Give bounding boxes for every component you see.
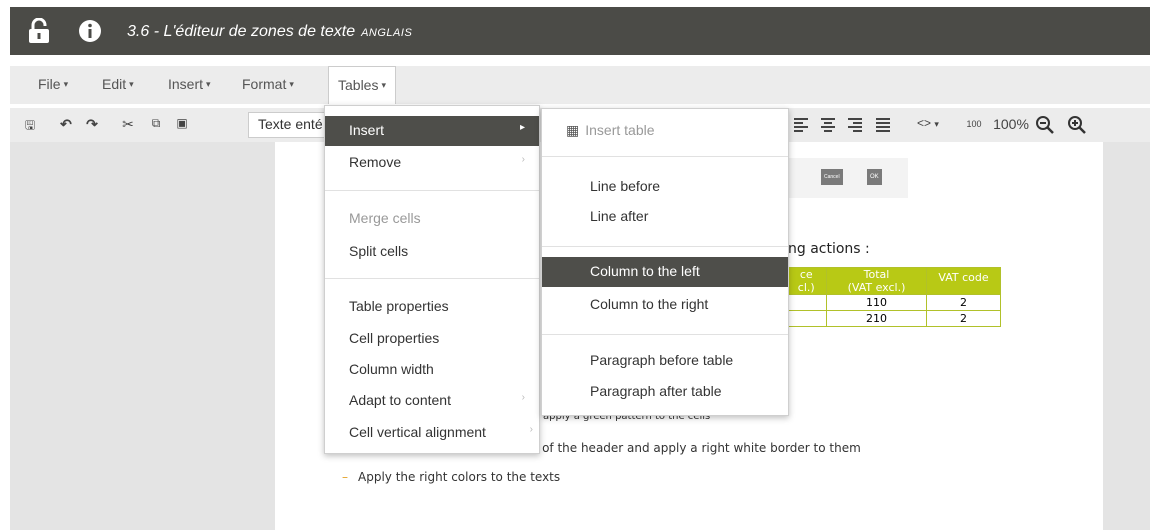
bullet-text: s of the header and apply a right white … <box>532 441 861 455</box>
menu-bar: File ▾ Edit ▾ Insert ▾ Format ▾ Tables ▾ <box>10 66 1150 104</box>
bullet-text: Apply the right colors to the texts <box>358 470 561 484</box>
menu-divider <box>542 156 788 157</box>
chevron-down-icon: ▾ <box>289 79 294 89</box>
header-line: cl.) <box>797 281 815 294</box>
menu-edit[interactable]: Edit ▾ <box>102 76 134 92</box>
undo-icon[interactable]: ↶ <box>56 116 76 133</box>
zoom-reset-button[interactable]: 100 <box>964 119 984 129</box>
title-main: 3.6 - L'éditeur de zones de texte <box>127 23 356 40</box>
chevron-down-icon: ▾ <box>129 79 134 89</box>
table-icon: ▦ <box>566 122 580 138</box>
table-row: 210 2 <box>786 310 1001 327</box>
header-line: (VAT excl.) <box>847 281 906 294</box>
menu-item-column-right[interactable]: Column to the right <box>542 290 788 320</box>
header-line: ce <box>799 268 813 281</box>
align-right-icon[interactable] <box>848 117 862 133</box>
document-table[interactable]: ce cl.) Total (VAT excl.) VAT code 110 2 2… <box>786 267 1001 327</box>
table-header-cell[interactable]: Total (VAT excl.) <box>826 267 927 295</box>
chevron-down-icon: ▾ <box>934 119 939 129</box>
title-bar: 3.6 - L'éditeur de zones de texte ANGLAIS <box>10 7 1150 55</box>
align-center-icon[interactable] <box>821 117 835 133</box>
menu-divider <box>325 190 539 191</box>
table-cell[interactable]: 210 <box>826 310 927 327</box>
tables-menu: Insert ▸ Remove › Merge cells Split cells … <box>324 105 540 454</box>
menu-file-label: File <box>38 76 61 92</box>
save-icon[interactable]: 🖫 <box>20 116 40 137</box>
chevron-down-icon: ▾ <box>206 79 211 89</box>
menu-item-label: Insert <box>349 122 385 138</box>
align-left-icon[interactable] <box>794 117 808 133</box>
title-language: ANGLAIS <box>361 27 413 39</box>
dialog-image: Cancel OK <box>780 158 908 198</box>
dialog-cancel-button: Cancel <box>821 169 843 185</box>
source-code-button[interactable]: <> ▾ <box>908 116 948 130</box>
table-cell[interactable]: 2 <box>926 310 1001 327</box>
paste-icon[interactable]: ▣ <box>172 116 192 130</box>
zoom-in-icon[interactable] <box>1067 115 1087 135</box>
dialog-ok-button: OK <box>867 169 882 185</box>
table-header-cell[interactable]: VAT code <box>926 267 1001 295</box>
caret-right-icon: ▸ <box>519 122 525 133</box>
table-row: 110 2 <box>786 294 1001 311</box>
header-line: VAT code <box>938 271 989 284</box>
menu-item-paragraph-before-table[interactable]: Paragraph before table <box>542 346 788 376</box>
menu-item-cell-vertical-alignment[interactable]: Cell vertical alignment › <box>325 418 539 448</box>
menu-item-line-after[interactable]: Line after <box>542 202 788 232</box>
list-item: – Apply the right colors to the texts <box>342 470 560 484</box>
menu-item-split-cells[interactable]: Split cells <box>325 237 539 267</box>
chevron-right-icon: › <box>529 424 533 435</box>
menu-item-adapt-to-content[interactable]: Adapt to content › <box>325 386 539 416</box>
menu-item-remove[interactable]: Remove › <box>325 148 539 178</box>
menu-edit-label: Edit <box>102 76 127 92</box>
chevron-right-icon: › <box>521 392 525 403</box>
actions-heading: ng actions : <box>788 241 870 257</box>
table-row: ce cl.) Total (VAT excl.) VAT code <box>786 267 1001 295</box>
menu-item-merge-cells[interactable]: Merge cells <box>325 204 539 234</box>
copy-icon[interactable]: ⧉ <box>146 116 166 131</box>
menu-insert[interactable]: Insert ▾ <box>168 76 211 92</box>
menu-file[interactable]: File ▾ <box>38 76 68 92</box>
menu-item-table-properties[interactable]: Table properties <box>325 292 539 322</box>
table-cell[interactable] <box>786 294 827 311</box>
menu-item-label: Adapt to content <box>349 392 451 408</box>
table-cell[interactable]: 2 <box>926 294 1001 311</box>
table-header-cell[interactable]: ce cl.) <box>786 267 827 295</box>
menu-item-label: Insert table <box>585 122 655 138</box>
insert-submenu: ▦ Insert table Line before Line after Col… <box>541 108 789 416</box>
zoom-level: 100% <box>993 116 1029 132</box>
menu-format[interactable]: Format ▾ <box>242 76 294 92</box>
redo-icon[interactable]: ↷ <box>82 116 102 133</box>
menu-item-paragraph-after-table[interactable]: Paragraph after table <box>542 377 788 407</box>
lock-icon[interactable] <box>27 18 51 44</box>
menu-divider <box>325 278 539 279</box>
menu-divider <box>542 334 788 335</box>
bullet-dash: – <box>342 470 348 484</box>
menu-format-label: Format <box>242 76 287 92</box>
menu-item-insert-table[interactable]: ▦ Insert table <box>542 116 788 146</box>
menu-item-label: Cell vertical alignment <box>349 424 486 440</box>
chevron-right-icon: › <box>521 154 525 165</box>
menu-tables-label: Tables <box>338 77 379 93</box>
menu-item-column-width[interactable]: Column width <box>325 355 539 385</box>
menu-item-label: Remove <box>349 154 402 170</box>
table-cell[interactable] <box>786 310 827 327</box>
menu-item-insert[interactable]: Insert ▸ <box>325 116 539 146</box>
menu-divider <box>542 246 788 247</box>
chevron-down-icon: ▾ <box>63 79 69 89</box>
page-title: 3.6 - L'éditeur de zones de texte ANGLAIS <box>127 23 412 41</box>
menu-insert-label: Insert <box>168 76 204 92</box>
menu-item-line-before[interactable]: Line before <box>542 172 788 202</box>
menu-item-column-left[interactable]: Column to the left <box>542 257 788 287</box>
header-line: Total <box>863 268 890 281</box>
zoom-out-icon[interactable] <box>1035 115 1055 135</box>
menu-item-cell-properties[interactable]: Cell properties <box>325 324 539 354</box>
cut-icon[interactable]: ✂ <box>118 116 138 133</box>
info-icon[interactable] <box>78 18 102 44</box>
source-code-label: <> <box>917 116 932 130</box>
align-justify-icon[interactable] <box>876 117 890 133</box>
menu-tables[interactable]: Tables ▾ <box>328 66 396 104</box>
table-cell[interactable]: 110 <box>826 294 927 311</box>
chevron-down-icon: ▾ <box>381 80 386 90</box>
